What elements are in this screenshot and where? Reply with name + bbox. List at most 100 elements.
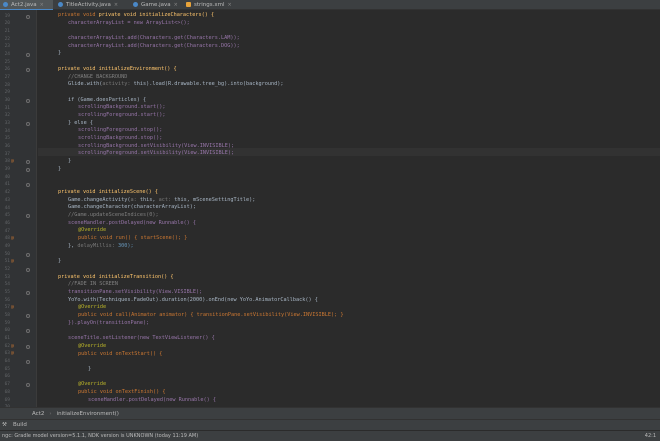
line-number: 29	[4, 90, 10, 96]
tab-titleactivity-java[interactable]: TitleActivity.java ×	[55, 0, 130, 9]
tab-strings-xml[interactable]: strings.xml ×	[183, 0, 241, 9]
line-number: 48	[4, 236, 10, 242]
line-number: 34	[4, 128, 10, 134]
code-line: scrollingForeground.start();	[78, 111, 166, 118]
line-number: 57	[4, 305, 10, 311]
override-marker-icon[interactable]: @	[11, 159, 14, 164]
close-icon[interactable]: ×	[174, 2, 178, 8]
line-number: 46	[4, 220, 10, 226]
line-number: 65	[4, 366, 10, 372]
line-number: 67	[4, 382, 10, 388]
line-number: 26	[4, 67, 10, 73]
line-number: 61	[4, 336, 10, 342]
code-line: scrollingBackground.setVisibility(View.I…	[78, 142, 235, 149]
line-number: 41	[4, 182, 10, 188]
fold-marker-icon[interactable]	[26, 68, 30, 73]
line-number: 23	[4, 44, 10, 50]
fold-marker-icon[interactable]	[26, 122, 30, 127]
line-number: 47	[4, 228, 10, 234]
code-line: //Game.updateSceneIndices(0);	[68, 211, 159, 218]
line-number: 19	[4, 13, 10, 19]
java-class-icon	[3, 2, 8, 7]
fold-marker-icon[interactable]	[26, 344, 30, 349]
fold-marker-icon[interactable]	[26, 267, 30, 272]
fold-marker-icon[interactable]	[26, 383, 30, 388]
code-line: private void initializeEnvironment() {	[58, 65, 177, 72]
breadcrumb-method[interactable]: initializeEnvironment()	[57, 411, 119, 417]
code-line: private void private void initializeChar…	[58, 12, 215, 18]
close-icon[interactable]: ×	[40, 2, 44, 8]
line-number: 28	[4, 82, 10, 88]
line-number: 52	[4, 266, 10, 272]
code-line: }	[58, 258, 62, 265]
fold-marker-icon[interactable]	[26, 360, 30, 365]
fold-marker-icon[interactable]	[26, 14, 30, 19]
build-tool-button[interactable]: Build	[13, 420, 27, 430]
fold-marker-icon[interactable]	[26, 329, 30, 334]
line-number: 60	[4, 328, 10, 334]
breadcrumb-separator: ›	[49, 410, 52, 417]
line-number: 42	[4, 190, 10, 196]
line-number: 36	[4, 144, 10, 150]
fold-marker-icon[interactable]	[26, 290, 30, 295]
code-line: //FADE IN SCREEN	[68, 281, 118, 288]
line-number: 55	[4, 289, 10, 295]
tab-game-java[interactable]: Game.java ×	[130, 0, 183, 9]
line-number: 30	[4, 97, 10, 103]
fold-marker-icon[interactable]	[26, 98, 30, 103]
tab-label: Act2.java	[11, 1, 37, 8]
hammer-icon[interactable]: ⚒	[2, 420, 7, 430]
line-number: 21	[4, 28, 10, 34]
line-number: 32	[4, 113, 10, 119]
fold-marker-icon[interactable]	[26, 160, 30, 165]
line-number: 22	[4, 36, 10, 42]
line-number: 69	[4, 397, 10, 403]
code-line: @Override	[78, 381, 107, 388]
override-marker-icon[interactable]: @	[11, 351, 14, 356]
line-number: 43	[4, 197, 10, 203]
code-line: }	[68, 158, 72, 165]
fold-marker-icon[interactable]	[26, 314, 30, 319]
code-line: @Override	[78, 342, 107, 349]
status-bar: ngc: Gradle model version=5.1.1, NDK ver…	[0, 430, 660, 441]
code-line: public void run() { startScene(); }	[78, 235, 188, 241]
code-line: if (Game.doesParticles) {	[68, 96, 147, 103]
fold-marker-icon[interactable]	[26, 214, 30, 219]
fold-marker-icon[interactable]	[26, 183, 30, 188]
code-line: private void initializeTransition() {	[58, 273, 174, 280]
code-line: }).playOn(transitionPane);	[68, 319, 150, 326]
line-number: 58	[4, 313, 10, 319]
line-number: 50	[4, 251, 10, 257]
line-number: 33	[4, 121, 10, 127]
code-editor[interactable]: private void private void initializeChar…	[38, 10, 660, 407]
override-marker-icon[interactable]: @	[11, 344, 14, 349]
code-line: Game.changeActivity(a: this, act: this, …	[68, 196, 256, 203]
breadcrumb-class[interactable]: Act2	[32, 411, 44, 417]
tab-act2-java[interactable]: Act2.java ×	[0, 0, 53, 10]
line-number: 54	[4, 282, 10, 288]
close-icon[interactable]: ×	[228, 2, 232, 8]
fold-marker-icon[interactable]	[26, 52, 30, 57]
code-line: Game.changeCharacter(characterArrayList)…	[68, 204, 197, 211]
fold-marker-icon[interactable]	[26, 168, 30, 173]
code-line: scrollingBackground.start();	[78, 104, 166, 111]
line-number: 59	[4, 320, 10, 326]
close-icon[interactable]: ×	[114, 2, 118, 8]
code-line: }	[88, 365, 92, 372]
line-number: 44	[4, 205, 10, 211]
code-line: Glide.with(activity: this).load(R.drawab…	[68, 81, 284, 88]
editor-gutter[interactable]: 19 20 21 22 23 24 25 26 27 28 29 30 31 32 33 34 35 36 37 38…	[0, 10, 37, 410]
code-line: }	[58, 165, 62, 172]
code-line: public void call(Animator animator) { tr…	[78, 312, 344, 318]
tab-label: strings.xml	[194, 1, 225, 8]
override-marker-icon[interactable]: @	[11, 305, 14, 310]
breadcrumb: Act2 › initializeEnvironment()	[0, 407, 660, 419]
line-number: 31	[4, 105, 10, 111]
override-marker-icon[interactable]: @	[11, 259, 14, 264]
tool-window-bar: ⚒ Build	[0, 419, 660, 430]
fold-marker-icon[interactable]	[26, 252, 30, 257]
java-class-icon	[58, 2, 63, 7]
override-marker-icon[interactable]: @	[11, 236, 14, 241]
line-number: 40	[4, 174, 10, 180]
code-line: @Override	[78, 304, 107, 311]
